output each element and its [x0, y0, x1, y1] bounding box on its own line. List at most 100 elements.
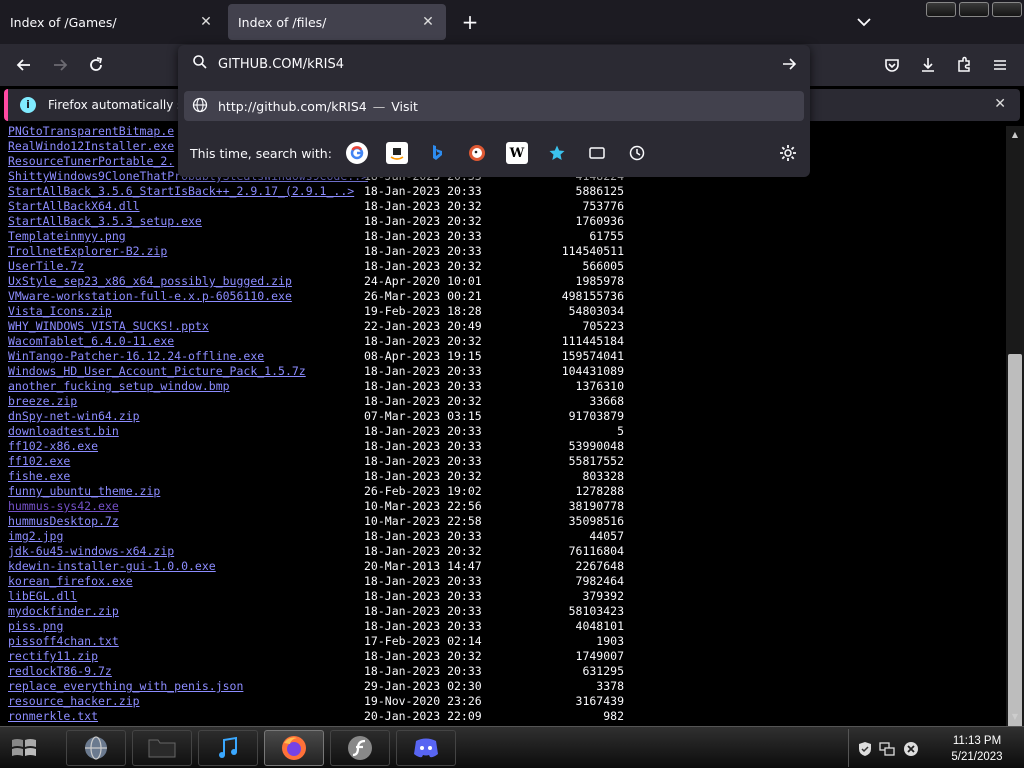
url-input[interactable]	[218, 56, 774, 72]
file-link[interactable]: libEGL.dll	[8, 589, 77, 604]
file-link[interactable]: hummusDesktop.7z	[8, 514, 119, 529]
bing-icon[interactable]	[426, 142, 448, 164]
taskbar-file-explorer[interactable]	[132, 730, 192, 766]
tab-close-icon[interactable]: ✕	[420, 14, 436, 30]
file-link[interactable]: dnSpy-net-win64.zip	[8, 409, 140, 424]
tab-games[interactable]: Index of /Games/ ✕	[0, 4, 224, 40]
file-link[interactable]: fishe.exe	[8, 469, 70, 484]
file-link[interactable]: UxStyle_sep23_x86_x64_possibly_bugged.zi…	[8, 274, 292, 289]
minimize-button[interactable]	[926, 2, 956, 17]
list-item: WinTango-Patcher-16.12.24-offline.exe 08-…	[0, 349, 1000, 364]
go-arrow-icon[interactable]	[774, 49, 804, 79]
file-link[interactable]: breeze.zip	[8, 394, 77, 409]
url-suggestion[interactable]: http://github.com/kRIS4 — Visit	[184, 91, 804, 121]
file-link[interactable]: Windows_HD_User_Account_Picture_Pack_1.5…	[8, 364, 306, 379]
file-link[interactable]: piss.png	[8, 619, 63, 634]
file-link[interactable]: pissoff4chan.txt	[8, 634, 119, 649]
file-date: 18-Jan-2023 20:32	[364, 214, 482, 228]
file-link[interactable]: ff102.exe	[8, 454, 70, 469]
chevron-down-icon[interactable]	[854, 12, 874, 32]
tab-title: Index of /files/	[238, 14, 327, 30]
file-link[interactable]: Templateinmyy.png	[8, 229, 126, 244]
taskbar-firefox[interactable]	[264, 730, 324, 766]
download-icon[interactable]	[914, 52, 942, 78]
file-link[interactable]: korean_firefox.exe	[8, 574, 133, 589]
file-link[interactable]: WHY_WINDOWS_VISTA_SUCKS!.pptx	[8, 319, 209, 334]
file-link[interactable]: mydockfinder.zip	[8, 604, 119, 619]
vertical-scrollbar[interactable]: ▲ ▼	[1006, 126, 1024, 740]
file-date: 18-Jan-2023 20:32	[364, 334, 482, 348]
file-link[interactable]: funny_ubuntu_theme.zip	[8, 484, 160, 499]
file-link[interactable]: PNGtoTransparentBitmap.e	[8, 126, 174, 139]
extensions-icon[interactable]	[950, 52, 978, 78]
taskbar-flash-player[interactable]	[330, 730, 390, 766]
network-icon[interactable]	[879, 741, 895, 757]
file-link[interactable]: TrollnetExplorer-B2.zip	[8, 244, 167, 259]
list-item: dnSpy-net-win64.zip 07-Mar-2023 03:15 9170…	[0, 409, 1000, 424]
file-link[interactable]: redlockT86-9.7z	[8, 664, 112, 679]
file-link[interactable]: UserTile.7z	[8, 259, 84, 274]
scroll-up-arrow-icon[interactable]: ▲	[1010, 130, 1020, 140]
file-link[interactable]: another_fucking_setup_window.bmp	[8, 379, 230, 394]
file-date: 18-Jan-2023 20:33	[364, 529, 482, 543]
clock[interactable]: 11:13 PM 5/21/2023	[933, 733, 1021, 765]
file-link[interactable]: VMware-workstation-full-e.x.p-6056110.ex…	[8, 289, 292, 304]
file-link[interactable]: WacomTablet_6.4.0-11.exe	[8, 334, 174, 349]
duckduckgo-icon[interactable]	[466, 142, 488, 164]
file-link[interactable]: ff102-x86.exe	[8, 439, 98, 454]
scroll-down-arrow-icon[interactable]: ▼	[1010, 712, 1020, 722]
file-link[interactable]: RealWindo12Installer.exe	[8, 139, 174, 154]
engines-label: This time, search with:	[190, 145, 332, 161]
bookmarks-star-icon[interactable]	[546, 142, 568, 164]
new-tab-button[interactable]: +	[458, 10, 482, 34]
file-link[interactable]: downloadtest.bin	[8, 424, 119, 439]
file-link[interactable]: img2.jpg	[8, 529, 63, 544]
close-icon[interactable]: ✕	[994, 96, 1006, 112]
file-link[interactable]: resource_hacker.zip	[8, 694, 140, 709]
volume-muted-icon[interactable]	[903, 741, 919, 757]
google-icon[interactable]	[345, 142, 368, 164]
file-link[interactable]: ronmerkle.txt	[8, 709, 98, 724]
back-arrow-icon[interactable]	[10, 52, 38, 78]
file-size: 7982464	[575, 574, 624, 588]
maximize-button[interactable]	[959, 2, 989, 17]
file-date: 18-Jan-2023 20:33	[364, 424, 482, 438]
file-link[interactable]: jdk-6u45-windows-x64.zip	[8, 544, 174, 559]
taskbar-discord[interactable]	[396, 730, 456, 766]
window-close-button[interactable]	[992, 2, 1022, 17]
shield-icon[interactable]	[857, 741, 873, 757]
list-item: UxStyle_sep23_x86_x64_possibly_bugged.zi…	[0, 274, 1000, 289]
tabs-icon[interactable]	[586, 142, 608, 164]
gear-icon[interactable]	[778, 143, 798, 163]
start-button[interactable]	[2, 729, 46, 767]
history-clock-icon[interactable]	[626, 142, 648, 164]
file-link[interactable]: StartAllBackX64.dll	[8, 199, 140, 214]
file-link[interactable]: replace_everything_with_penis.json	[8, 679, 243, 694]
file-link[interactable]: rectify11.zip	[8, 649, 98, 664]
file-link[interactable]: ResourceTunerPortable_2.	[8, 154, 174, 169]
file-link[interactable]: Vista_Icons.zip	[8, 304, 112, 319]
file-link[interactable]: StartAllBack_3.5.6_StartIsBack++_2.9.17_…	[8, 184, 354, 199]
taskbar-internet-explorer[interactable]	[66, 730, 126, 766]
pocket-icon[interactable]	[878, 52, 906, 78]
taskbar-media-player[interactable]	[198, 730, 258, 766]
file-date: 08-Apr-2023 19:15	[364, 349, 482, 363]
file-link[interactable]: StartAllBack_3.5.3_setup.exe	[8, 214, 202, 229]
scroll-thumb[interactable]	[1008, 354, 1022, 740]
file-link[interactable]: hummus-sys42.exe	[8, 499, 119, 514]
file-size: 803328	[582, 469, 624, 483]
tab-close-icon[interactable]: ✕	[198, 14, 214, 30]
file-link[interactable]: WinTango-Patcher-16.12.24-offline.exe	[8, 349, 264, 364]
file-size: 114540511	[561, 244, 624, 258]
suggestion-separator: —	[372, 98, 386, 114]
file-size: 3378	[596, 679, 624, 693]
reload-icon[interactable]	[82, 52, 110, 78]
hamburger-menu-icon[interactable]	[986, 52, 1014, 78]
file-link[interactable]: kdewin-installer-gui-1.0.0.exe	[8, 559, 216, 574]
file-size: 76116804	[568, 544, 624, 558]
forward-arrow-icon[interactable]	[46, 52, 74, 78]
tab-files[interactable]: Index of /files/ ✕	[228, 4, 446, 40]
amazon-icon[interactable]	[385, 142, 408, 164]
wikipedia-icon[interactable]: W	[505, 142, 528, 164]
file-date: 18-Jan-2023 20:33	[364, 379, 482, 393]
